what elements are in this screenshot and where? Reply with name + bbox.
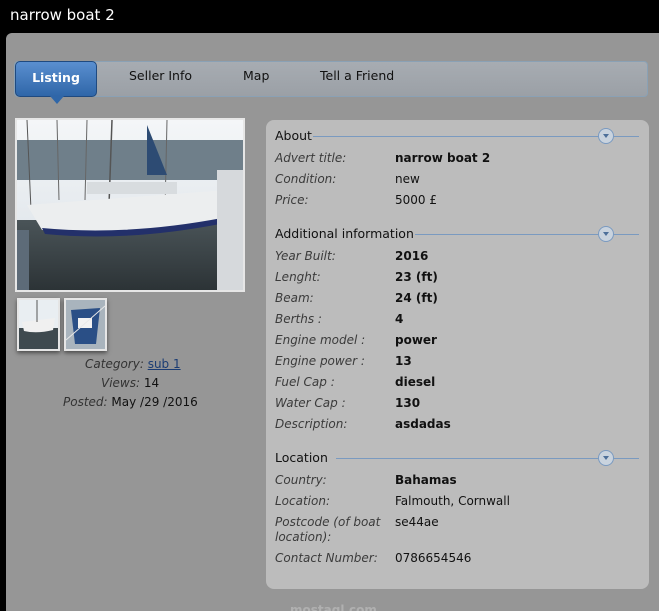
about-row-value: narrow boat 2 [395, 151, 491, 165]
location-row-label: Country: [275, 473, 327, 487]
additional-row-value: 4 [395, 312, 404, 326]
thumbnail-1[interactable] [17, 298, 60, 351]
additional-row-value: 2016 [395, 249, 429, 263]
about-collapse-icon[interactable] [598, 128, 614, 144]
about-row-value: 5000 £ [395, 193, 437, 207]
thumbnail-1-image [19, 300, 58, 349]
additional-info-heading: Additional information [275, 226, 414, 241]
views-label: Views: [101, 376, 141, 390]
about-row-label: Price: [275, 193, 309, 207]
about-row-value: new [395, 172, 420, 186]
window-title: narrow boat 2 [10, 6, 115, 24]
additional-row-value: power [395, 333, 437, 347]
additional-row-label: Fuel Cap : [275, 375, 335, 389]
thumbnail-2-image [66, 300, 105, 349]
location-row-label: Postcode (of boat location): [275, 515, 381, 544]
additional-row-value: 23 (ft) [395, 270, 438, 284]
watermark-text: mostaql.com [290, 603, 377, 611]
additional-row-value: 130 [395, 396, 421, 410]
tab-map[interactable]: Map [243, 68, 269, 83]
listing-panel: Listing Seller Info Map Tell a Friend Ca… [6, 33, 659, 611]
additional-row-label: Engine power : [275, 354, 365, 368]
category-line: Category: sub 1 [85, 357, 181, 371]
posted-value: May /29 /2016 [111, 395, 198, 409]
location-row-value: Falmouth, Cornwall [395, 494, 510, 508]
additional-row-label: Description: [275, 417, 348, 431]
category-link[interactable]: sub 1 [148, 357, 181, 371]
about-row-label: Condition: [275, 172, 337, 186]
additional-row-value: asdadas [395, 417, 451, 431]
posted-label: Posted: [63, 395, 108, 409]
category-label: Category: [85, 357, 144, 371]
boat-photo-image [17, 120, 243, 290]
listing-details-card: About Advert title: narrow boat 2 Condit… [266, 120, 649, 589]
about-divider [313, 136, 639, 137]
location-divider [336, 458, 639, 459]
additional-row-value: 13 [395, 354, 412, 368]
additional-row-label: Water Cap : [275, 396, 346, 410]
main-boat-photo[interactable] [15, 118, 245, 292]
about-heading: About [275, 128, 312, 143]
tab-bar: Listing Seller Info Map Tell a Friend [14, 61, 648, 104]
additional-row-label: Berths : [275, 312, 322, 326]
additional-row-label: Year Built: [275, 249, 336, 263]
location-row-value: 0786654546 [395, 551, 472, 565]
location-collapse-icon[interactable] [598, 450, 614, 466]
additional-row-label: Engine model : [275, 333, 366, 347]
tab-seller-info[interactable]: Seller Info [129, 68, 192, 83]
additional-row-value: diesel [395, 375, 436, 389]
location-row-label: Location: [275, 494, 331, 508]
additional-row-value: 24 (ft) [395, 291, 438, 305]
location-heading: Location [275, 450, 328, 465]
location-row-label: Contact Number: [275, 551, 378, 565]
location-row-value: Bahamas [395, 473, 457, 487]
about-row-label: Advert title: [275, 151, 347, 165]
additional-row-label: Beam: [275, 291, 314, 305]
views-value: 14 [143, 376, 160, 390]
tab-listing[interactable]: Listing [15, 61, 97, 104]
title-bar: narrow boat 2 [0, 0, 659, 32]
posted-line: Posted: May /29 /2016 [63, 395, 198, 409]
views-line: Views: 14 [101, 376, 159, 390]
tab-tell-a-friend[interactable]: Tell a Friend [320, 68, 394, 83]
additional-info-collapse-icon[interactable] [598, 226, 614, 242]
additional-row-label: Lenght: [275, 270, 321, 284]
thumbnail-2[interactable] [64, 298, 107, 351]
location-row-value: se44ae [395, 515, 439, 529]
